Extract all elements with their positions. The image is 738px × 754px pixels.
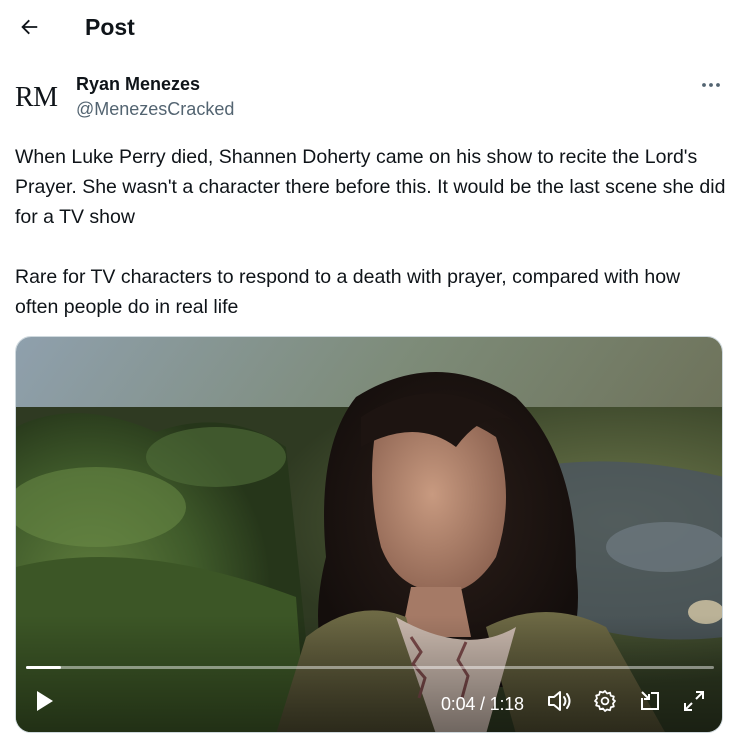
back-button[interactable] (12, 10, 46, 44)
picture-in-picture-icon (641, 691, 659, 710)
fullscreen-icon (684, 691, 704, 711)
video-player[interactable]: 0:04 / 1:18 (15, 336, 723, 733)
author-handle[interactable]: @MenezesCracked (76, 99, 234, 120)
volume-icon (548, 691, 571, 711)
picture-in-picture-button[interactable] (635, 684, 665, 718)
progress-bar[interactable] (26, 666, 714, 669)
progress-fill (26, 666, 62, 669)
more-horizontal-icon (702, 83, 720, 87)
time-display: 0:04 / 1:18 (441, 694, 524, 714)
post-paragraph: When Luke Perry died, Shannen Doherty ca… (15, 146, 726, 228)
gear-icon (594, 690, 616, 712)
post-text: When Luke Perry died, Shannen Doherty ca… (15, 142, 727, 322)
arrow-left-icon (21, 19, 38, 35)
avatar[interactable]: RM (15, 78, 65, 118)
play-button[interactable] (30, 684, 58, 718)
settings-button[interactable] (590, 684, 620, 718)
post-paragraph: Rare for TV characters to respond to a d… (15, 266, 681, 318)
top-bar: Post (0, 0, 738, 56)
fullscreen-button[interactable] (679, 684, 709, 718)
more-options-button[interactable] (694, 72, 728, 98)
video-controls (16, 672, 722, 732)
author-name[interactable]: Ryan Menezes (76, 74, 200, 95)
volume-button[interactable] (545, 684, 575, 718)
page-title: Post (85, 14, 135, 40)
play-icon (37, 691, 53, 711)
